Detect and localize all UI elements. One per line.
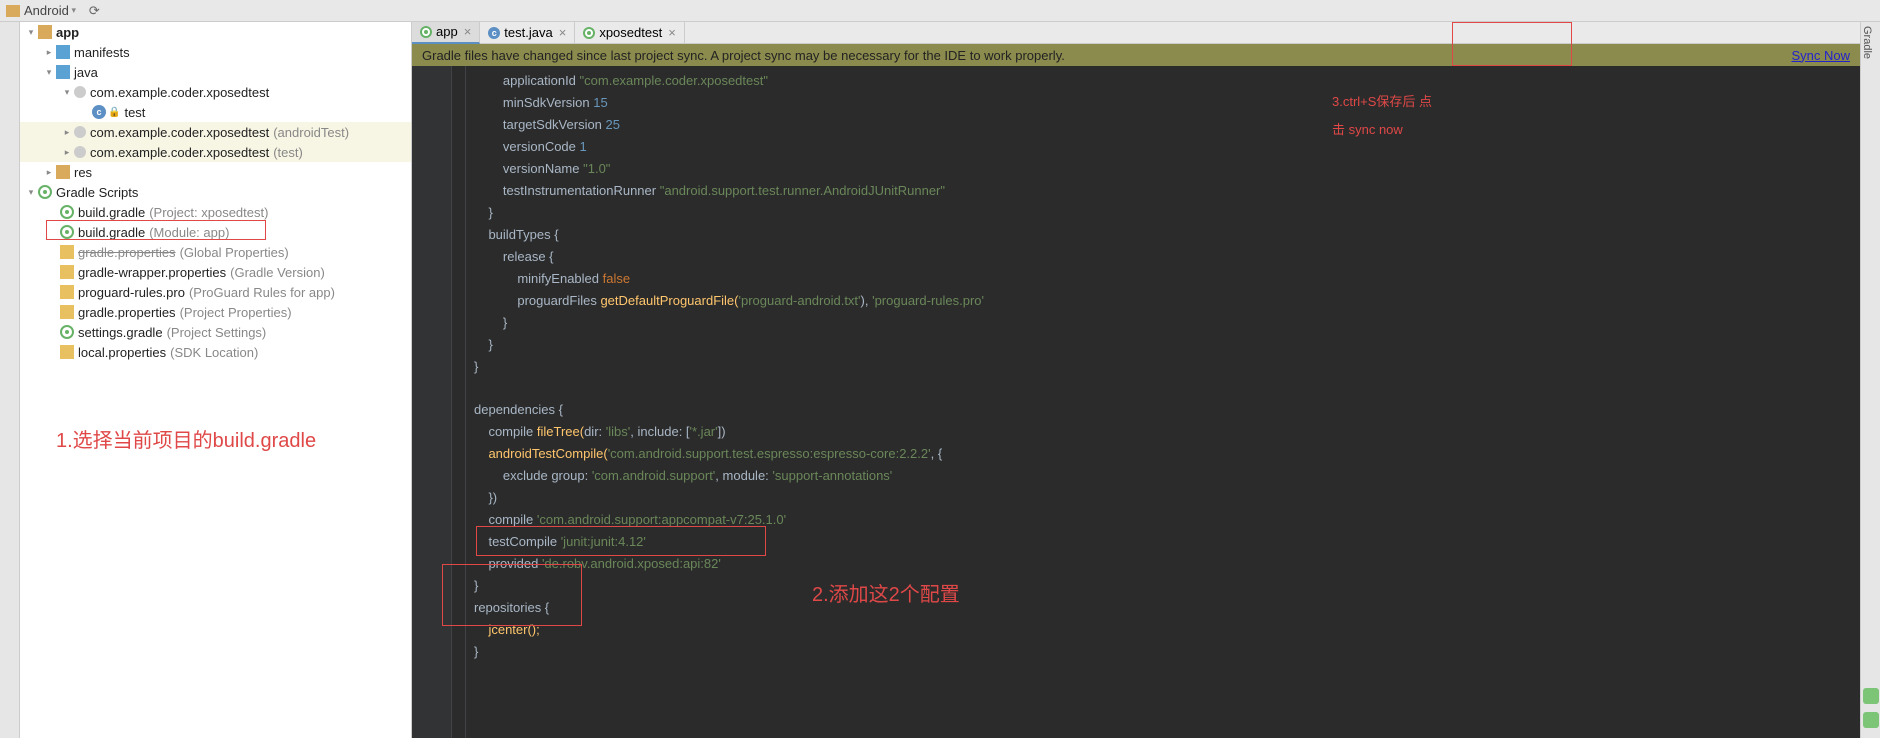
tab-xposedtest[interactable]: xposedtest × <box>575 22 684 44</box>
view-label: Android <box>24 3 69 18</box>
tab-app[interactable]: app × <box>412 22 480 44</box>
package-icon <box>74 146 86 158</box>
annotation-text-1: 1.选择当前项目的build.gradle <box>56 424 316 453</box>
node-label: app <box>56 25 79 40</box>
right-tool-strip[interactable]: Gradle <box>1860 22 1880 738</box>
chevron-right-icon[interactable]: ▸ <box>62 147 72 158</box>
node-label: res <box>74 165 92 180</box>
node-hint: (ProGuard Rules for app) <box>189 285 335 300</box>
sync-message: Gradle files have changed since last pro… <box>422 48 1065 63</box>
gradle-file-icon <box>420 26 432 38</box>
lock-icon: 🔒 <box>108 107 120 118</box>
properties-icon <box>60 265 74 279</box>
package-icon <box>74 126 86 138</box>
node-hint: (Gradle Version) <box>230 265 325 280</box>
node-label: test <box>124 105 145 120</box>
chevron-down-icon[interactable]: ▾ <box>26 27 36 38</box>
node-hint: (androidTest) <box>273 125 349 140</box>
node-label: com.example.coder.xposedtest <box>90 125 269 140</box>
tree-node-settings-gradle[interactable]: settings.gradle (Project Settings) <box>20 322 411 342</box>
gradle-icon <box>38 185 52 199</box>
android-view-icon <box>6 5 20 17</box>
line-number-gutter[interactable] <box>412 66 452 738</box>
node-label: com.example.coder.xposedtest <box>90 145 269 160</box>
project-tree[interactable]: ▾ app ▸ manifests ▾ java ▾ com.example.c… <box>20 22 412 738</box>
node-hint: (SDK Location) <box>170 345 258 360</box>
gradle-file-icon <box>60 325 74 339</box>
module-icon <box>38 25 52 39</box>
node-label: settings.gradle <box>78 325 163 340</box>
class-icon: c <box>92 105 106 119</box>
editor-tabs[interactable]: app × c test.java × xposedtest × <box>412 22 1860 44</box>
package-icon <box>74 86 86 98</box>
tree-node-package[interactable]: ▸ com.example.coder.xposedtest (test) <box>20 142 411 162</box>
tree-node-gradle-scripts[interactable]: ▾ Gradle Scripts <box>20 182 411 202</box>
project-view-bar[interactable]: Android ▾ ⟳ <box>0 0 1880 22</box>
tab-label: app <box>436 24 458 39</box>
close-icon[interactable]: × <box>559 25 567 40</box>
node-label: proguard-rules.pro <box>78 285 185 300</box>
tree-node-local-props[interactable]: local.properties (SDK Location) <box>20 342 411 362</box>
node-label: gradle.properties <box>78 245 176 260</box>
folder-icon <box>56 65 70 79</box>
tree-node-res[interactable]: ▸ res <box>20 162 411 182</box>
tab-label: test.java <box>504 25 552 40</box>
android-icon[interactable] <box>1863 712 1879 728</box>
tree-node-build-gradle-project[interactable]: build.gradle (Project: xposedtest) <box>20 202 411 222</box>
properties-icon <box>60 305 74 319</box>
sync-now-link[interactable]: Sync Now <box>1791 48 1850 63</box>
android-icon[interactable] <box>1863 688 1879 704</box>
tab-test-java[interactable]: c test.java × <box>480 22 575 44</box>
chevron-right-icon[interactable]: ▸ <box>44 47 54 58</box>
tree-node-manifests[interactable]: ▸ manifests <box>20 42 411 62</box>
chevron-right-icon[interactable]: ▸ <box>44 167 54 178</box>
tree-node-gradle-wrapper[interactable]: gradle-wrapper.properties (Gradle Versio… <box>20 262 411 282</box>
node-hint: (Project: xposedtest) <box>149 205 268 220</box>
chevron-down-icon[interactable]: ▾ <box>69 5 79 16</box>
node-hint: (Project Settings) <box>167 325 267 340</box>
tree-node-class[interactable]: c 🔒 test <box>20 102 411 122</box>
node-label: com.example.coder.xposedtest <box>90 85 269 100</box>
folder-icon <box>56 45 70 59</box>
tree-node-package[interactable]: ▾ com.example.coder.xposedtest <box>20 82 411 102</box>
close-icon[interactable]: × <box>668 25 676 40</box>
node-label: java <box>74 65 98 80</box>
tree-node-java[interactable]: ▾ java <box>20 62 411 82</box>
node-hint: (test) <box>273 145 303 160</box>
properties-icon <box>60 245 74 259</box>
properties-icon <box>60 285 74 299</box>
tree-node-gradle-props-global[interactable]: gradle.properties (Global Properties) <box>20 242 411 262</box>
gradle-tool-button[interactable]: Gradle <box>1861 26 1873 59</box>
gradle-sync-banner: Gradle files have changed since last pro… <box>412 44 1860 66</box>
tree-node-app[interactable]: ▾ app <box>20 22 411 42</box>
left-tool-strip[interactable] <box>0 22 20 738</box>
node-label: Gradle Scripts <box>56 185 138 200</box>
chevron-down-icon[interactable]: ▾ <box>44 67 54 78</box>
code-editor[interactable]: applicationId "com.example.coder.xposedt… <box>466 66 1860 738</box>
reload-icon[interactable]: ⟳ <box>89 3 100 19</box>
close-icon[interactable]: × <box>464 24 472 39</box>
gradle-file-icon <box>583 27 595 39</box>
node-hint: (Project Properties) <box>180 305 292 320</box>
tree-node-gradle-props-proj[interactable]: gradle.properties (Project Properties) <box>20 302 411 322</box>
node-label: build.gradle <box>78 205 145 220</box>
node-label: manifests <box>74 45 130 60</box>
chevron-right-icon[interactable]: ▸ <box>62 127 72 138</box>
node-hint: (Global Properties) <box>180 245 289 260</box>
folder-icon <box>56 165 70 179</box>
tree-node-package[interactable]: ▸ com.example.coder.xposedtest (androidT… <box>20 122 411 142</box>
tab-label: xposedtest <box>599 25 662 40</box>
annotation-highlight-1 <box>46 220 266 240</box>
editor-area: app × c test.java × xposedtest × Gradle … <box>412 22 1860 738</box>
tree-node-proguard[interactable]: proguard-rules.pro (ProGuard Rules for a… <box>20 282 411 302</box>
chevron-down-icon[interactable]: ▾ <box>26 187 36 198</box>
node-label: gradle-wrapper.properties <box>78 265 226 280</box>
properties-icon <box>60 345 74 359</box>
class-icon: c <box>488 27 500 39</box>
node-label: gradle.properties <box>78 305 176 320</box>
chevron-down-icon[interactable]: ▾ <box>62 87 72 98</box>
node-label: local.properties <box>78 345 166 360</box>
fold-gutter[interactable] <box>452 66 466 738</box>
gradle-file-icon <box>60 205 74 219</box>
